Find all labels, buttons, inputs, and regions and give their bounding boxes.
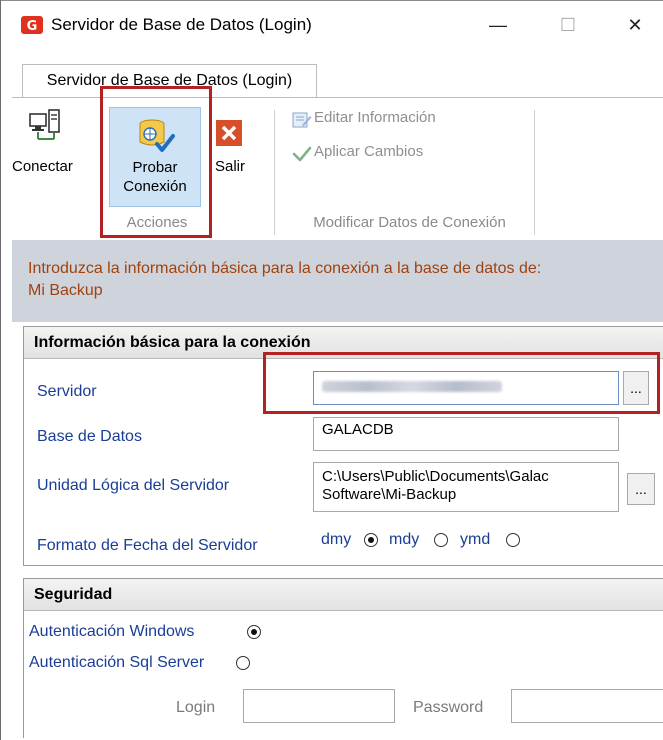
base-datos-input[interactable]: GALACDB <box>313 417 619 451</box>
formato-dmy-label: dmy <box>321 531 352 548</box>
login-window: G Servidor de Base de Datos (Login) — ☐ … <box>0 0 663 740</box>
salir-button[interactable]: Salir <box>205 107 255 197</box>
auth-windows-label: Autenticación Windows <box>29 623 195 640</box>
security-panel: Seguridad Autenticación Windows Autentic… <box>23 578 663 738</box>
title-bar: G Servidor de Base de Datos (Login) — ☐ … <box>1 0 663 50</box>
auth-sql-label: Autenticación Sql Server <box>29 654 205 671</box>
formato-mdy-radio[interactable] <box>434 533 448 547</box>
unidad-logica-label: Unidad Lógica del Servidor <box>37 477 230 494</box>
unidad-value-line2: Software\Mi-Backup <box>322 486 457 503</box>
editar-informacion-button[interactable]: Editar Información <box>292 108 492 132</box>
formato-ymd-radio[interactable] <box>506 533 520 547</box>
login-label: Login <box>176 699 216 716</box>
info-line-2: Mi Backup <box>28 282 103 299</box>
close-button[interactable]: ✕ <box>613 9 657 41</box>
password-input[interactable] <box>511 689 663 723</box>
info-message: Introduzca la información básica para la… <box>28 258 656 302</box>
ribbon-separator <box>274 110 275 235</box>
formato-ymd-label: ymd <box>460 531 491 548</box>
base-datos-label: Base de Datos <box>37 428 142 445</box>
info-line-1: Introduzca la información básica para la… <box>28 260 542 277</box>
security-panel-header: Seguridad <box>24 579 663 611</box>
window-title: Servidor de Base de Datos (Login) <box>51 15 312 34</box>
info-band: Introduzca la información básica para la… <box>12 240 663 322</box>
app-logo-icon: G <box>21 16 43 34</box>
highlight-probar <box>100 86 212 238</box>
unidad-value-line1: C:\Users\Public\Documents\Galac <box>322 468 549 485</box>
maximize-button[interactable]: ☐ <box>546 9 590 41</box>
edit-icon <box>292 112 312 128</box>
login-input[interactable] <box>243 689 395 723</box>
unidad-browse-button[interactable]: ... <box>627 473 655 505</box>
aplicar-cambios-button[interactable]: Aplicar Cambios <box>292 142 492 166</box>
exit-icon <box>216 120 242 146</box>
conectar-button[interactable]: Conectar <box>12 98 73 198</box>
conectar-label: Conectar <box>12 158 73 175</box>
check-icon <box>292 146 312 162</box>
highlight-servidor <box>263 352 660 414</box>
auth-sql-radio[interactable] <box>236 656 250 670</box>
aplicar-label: Aplicar Cambios <box>314 143 424 160</box>
auth-windows-radio[interactable] <box>247 625 261 639</box>
group-label-modificar: Modificar Datos de Conexión <box>313 214 506 231</box>
formato-mdy-label: mdy <box>389 531 420 548</box>
connect-icon <box>29 109 60 140</box>
servidor-label: Servidor <box>37 383 97 400</box>
ribbon-separator-2 <box>534 110 535 235</box>
editar-label: Editar Información <box>314 109 436 126</box>
password-label: Password <box>413 699 484 716</box>
unidad-logica-input[interactable]: C:\Users\Public\Documents\Galac Software… <box>313 462 619 512</box>
minimize-button[interactable]: — <box>476 9 520 41</box>
svg-text:G: G <box>27 19 38 34</box>
salir-label: Salir <box>214 158 245 175</box>
formato-fecha-label: Formato de Fecha del Servidor <box>37 537 258 554</box>
formato-dmy-radio[interactable] <box>364 533 378 547</box>
